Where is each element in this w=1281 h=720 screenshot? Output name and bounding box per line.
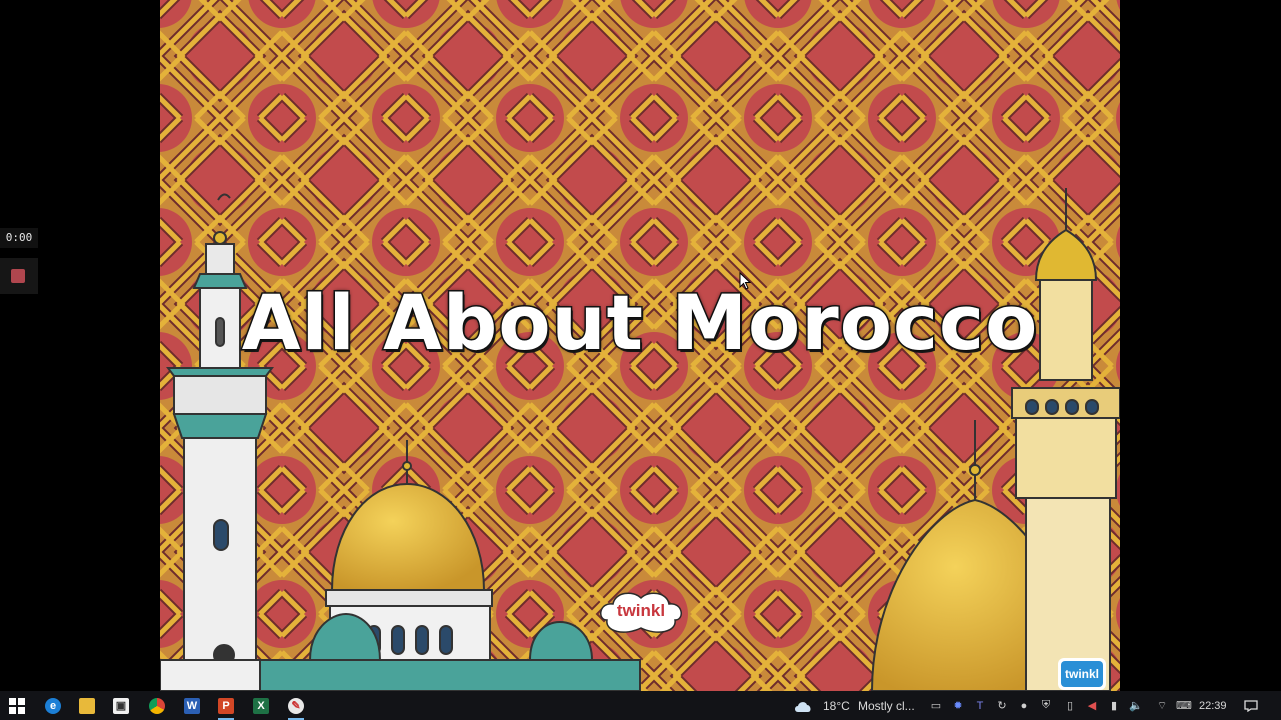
excel-icon: X [253, 697, 269, 714]
taskbar-powerpoint[interactable]: P [209, 691, 243, 720]
volume-icon[interactable]: 🔈 [1127, 691, 1145, 720]
meet-now-icon[interactable]: ▭ [927, 691, 945, 720]
taskbar-paint[interactable]: ✎ [279, 691, 313, 720]
usb-device-icon[interactable]: ▯ [1061, 691, 1079, 720]
presentation-slide[interactable]: All About Morocco twinkl twinkl [160, 0, 1120, 691]
recording-timer: 0:00 [0, 228, 38, 248]
start-button[interactable] [0, 691, 34, 720]
twinkl-badge-text: twinkl [1061, 661, 1103, 687]
stop-icon [11, 269, 25, 283]
settings-gear-icon[interactable]: ✹ [949, 691, 967, 720]
teams-icon[interactable]: T [971, 691, 989, 720]
desktop-screen: 0:00 All About Morocco twinkl twinkl e ▣… [0, 0, 1281, 720]
twinkl-logo-text: twinkl [616, 601, 666, 620]
taskbar-chrome[interactable] [140, 691, 174, 720]
windows-logo-icon [9, 697, 25, 714]
twinkl-logo: twinkl [597, 590, 685, 636]
weather-temperature[interactable]: 18°C [823, 691, 850, 720]
paint-icon: ✎ [288, 697, 304, 714]
wifi-icon[interactable]: ⌔ [1153, 691, 1171, 720]
taskbar-clock[interactable]: 22:39 [1199, 691, 1227, 720]
windows-taskbar: e ▣ W P X ✎ 18°C Mostly cl... ▭ ✹ T ↻ ● … [0, 691, 1281, 720]
taskbar-file-explorer[interactable] [70, 691, 104, 720]
edge-icon: e [45, 697, 61, 714]
recorder-tray-icon[interactable]: ◀ [1083, 691, 1101, 720]
slide-title: All About Morocco [240, 277, 1039, 369]
store-icon: ▣ [113, 697, 129, 714]
folder-icon [79, 697, 95, 714]
word-icon: W [184, 697, 200, 714]
taskbar-word[interactable]: W [175, 691, 209, 720]
microphone-icon[interactable]: ● [1015, 691, 1033, 720]
twinkl-corner-badge: twinkl [1058, 658, 1106, 690]
language-icon[interactable]: ⌨ [1175, 691, 1193, 720]
mouse-cursor-icon [739, 272, 751, 290]
taskbar-edge[interactable]: e [36, 691, 70, 720]
taskbar-store[interactable]: ▣ [104, 691, 138, 720]
taskbar-excel[interactable]: X [244, 691, 278, 720]
weather-condition[interactable]: Mostly cl... [858, 691, 915, 720]
chrome-icon [149, 697, 165, 714]
action-center-icon[interactable] [1241, 691, 1261, 720]
weather-cloud-icon[interactable] [792, 691, 814, 720]
security-shield-icon[interactable]: ⛨ [1037, 691, 1055, 720]
sync-icon[interactable]: ↻ [993, 691, 1011, 720]
recording-stop-button[interactable] [0, 258, 38, 294]
battery-icon[interactable]: ▮ [1105, 691, 1123, 720]
powerpoint-icon: P [218, 697, 234, 714]
